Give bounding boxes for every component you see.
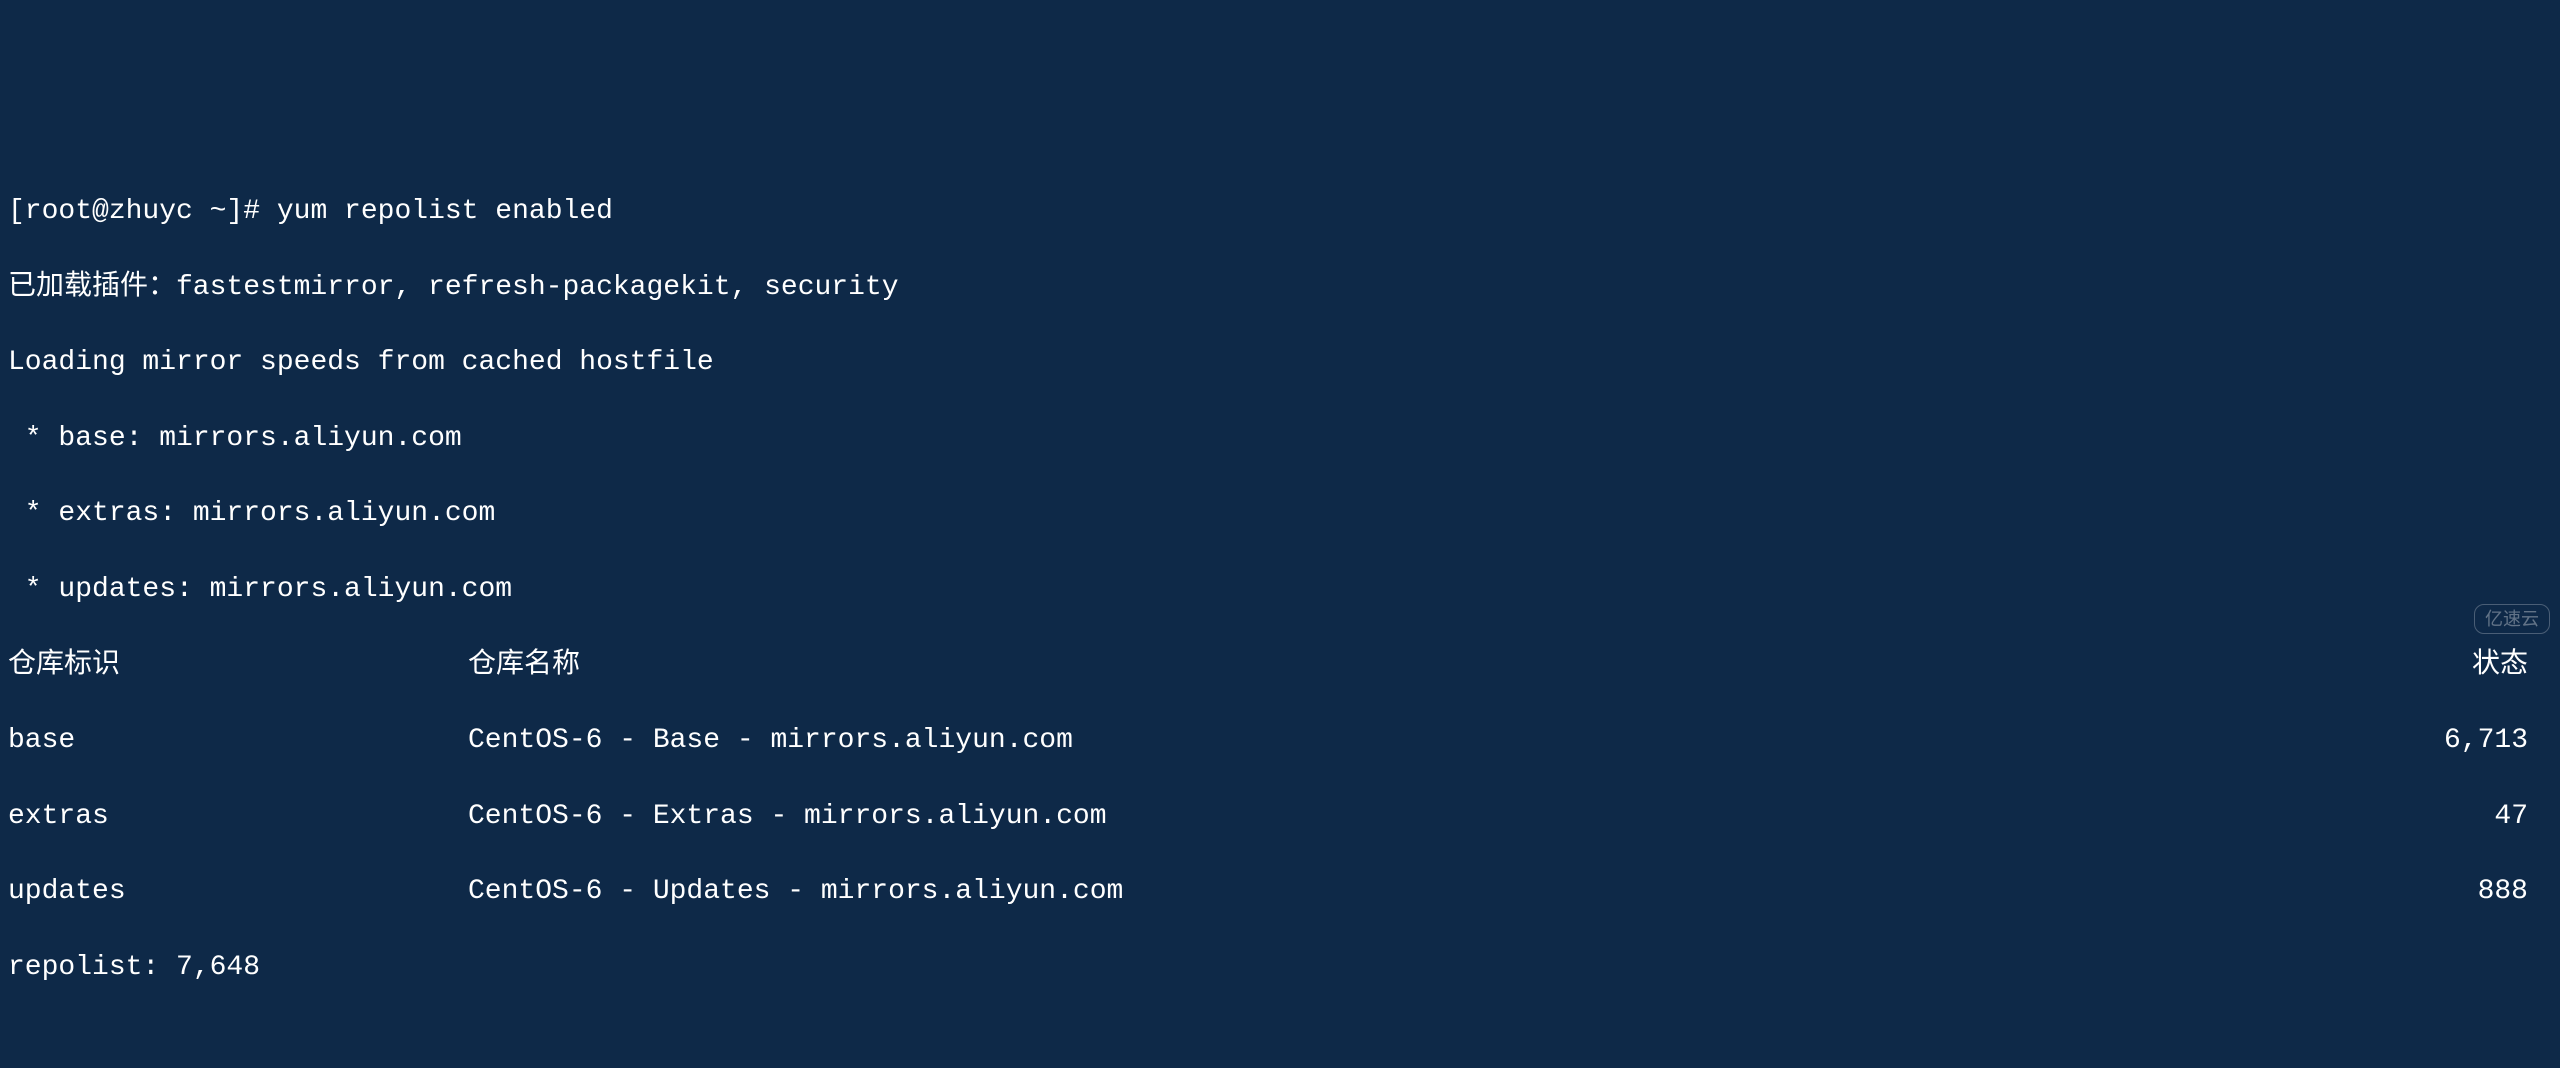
shell-prompt: [root@zhuyc ~]# (8, 196, 277, 227)
cell-repo-id: updates (8, 873, 468, 911)
header-repo-status: 状态 (2348, 647, 2528, 685)
table-row: baseCentOS-6 - Base - mirrors.aliyun.com… (8, 722, 2560, 760)
loading-line: Loading mirror speeds from cached hostfi… (8, 344, 2560, 382)
plugins-line: 已加载插件：fastestmirror, refresh-packagekit,… (8, 269, 2560, 307)
watermark-badge: 亿速云 (2474, 604, 2550, 634)
cell-repo-name: CentOS-6 - Base - mirrors.aliyun.com (468, 722, 2348, 760)
table-row: extrasCentOS-6 - Extras - mirrors.aliyun… (8, 798, 2560, 836)
command-text: yum repolist enabled (277, 196, 613, 227)
cell-repo-name: CentOS-6 - Updates - mirrors.aliyun.com (468, 873, 2348, 911)
cell-repo-name: CentOS-6 - Extras - mirrors.aliyun.com (468, 798, 2348, 836)
cell-repo-id: extras (8, 798, 468, 836)
mirror-line: * extras: mirrors.aliyun.com (8, 495, 2560, 533)
table-header: 仓库标识仓库名称状态 (8, 647, 2560, 685)
cell-repo-id: base (8, 722, 468, 760)
header-repo-name: 仓库名称 (468, 647, 2348, 685)
terminal-output[interactable]: [root@zhuyc ~]# yum repolist enabled 已加载… (8, 155, 2560, 799)
mirror-line: * base: mirrors.aliyun.com (8, 420, 2560, 458)
cell-repo-status: 888 (2348, 873, 2528, 911)
prompt-line: [root@zhuyc ~]# yum repolist enabled (8, 193, 2560, 231)
header-repo-id: 仓库标识 (8, 647, 468, 685)
cell-repo-status: 6,713 (2348, 722, 2528, 760)
cell-repo-status: 47 (2348, 798, 2528, 836)
summary-line: repolist: 7,648 (8, 949, 2560, 987)
mirror-line: * updates: mirrors.aliyun.com (8, 571, 2560, 609)
table-row: updatesCentOS-6 - Updates - mirrors.aliy… (8, 873, 2560, 911)
